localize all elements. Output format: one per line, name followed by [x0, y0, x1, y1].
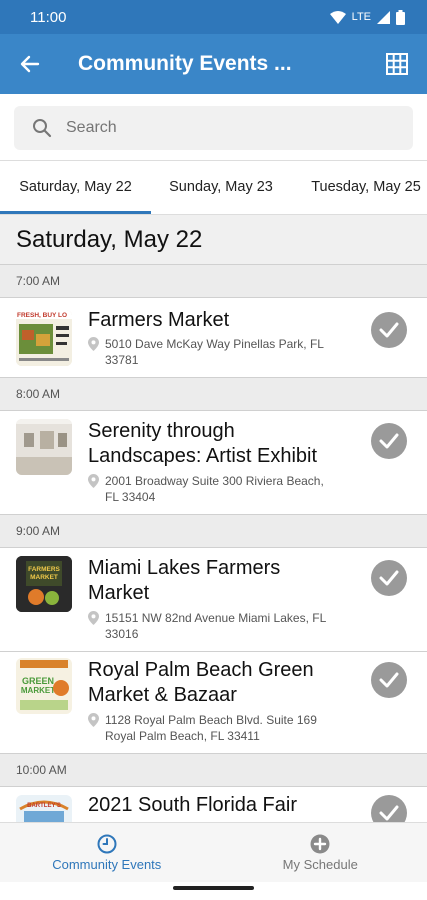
address-line-1: 15151 NW 82nd Avenue Miami Lakes, FL — [105, 611, 327, 625]
home-gesture-bar[interactable] — [173, 886, 254, 890]
event-thumbnail: BARTLEY'S — [16, 795, 72, 822]
search-input[interactable] — [66, 119, 366, 137]
grid-view-button[interactable] — [367, 34, 427, 94]
thumb-text-1: GREEN — [22, 676, 54, 686]
location-pin-icon — [88, 474, 99, 488]
status-bar: 11:00 LTE — [0, 0, 427, 34]
tab-tuesday-may-25[interactable]: Tuesday, May 25 — [291, 161, 427, 214]
location-pin-icon — [88, 611, 99, 625]
event-title: Serenity through Landscapes: Artist Exhi… — [88, 419, 358, 469]
event-miami-lakes-market[interactable]: FARMERS MARKET Miami Lakes Farmers Marke… — [0, 548, 427, 652]
event-farmers-market[interactable]: FRESH, BUY LO Farmers Market 5010 Dave M… — [0, 298, 427, 378]
event-royal-palm-market[interactable]: GREEN MARKET Royal Palm Beach Green Mark… — [0, 652, 427, 754]
time-header: 9:00 AM — [0, 515, 427, 548]
time-header: 10:00 AM — [0, 754, 427, 787]
status-icons: LTE — [329, 9, 405, 25]
checkmark-icon — [379, 433, 399, 449]
event-title-line-1: Miami Lakes Farmers — [88, 557, 281, 579]
location-pin-icon — [88, 337, 99, 351]
event-title: 2021 South Florida Fair — [88, 794, 298, 816]
clock-icon — [97, 834, 117, 853]
add-to-schedule-button[interactable] — [371, 795, 407, 822]
event-title: Royal Palm Beach Green Market & Bazaar — [88, 658, 358, 708]
back-button[interactable] — [0, 34, 60, 94]
search-box[interactable] — [14, 106, 413, 150]
event-title: Miami Lakes Farmers Market — [88, 556, 358, 606]
page-title: Community Events ... — [78, 52, 292, 75]
address-line-1: 5010 Dave McKay Way Pinellas Park, FL — [105, 337, 324, 351]
nav-label: Community Events — [52, 856, 162, 872]
wifi-icon — [329, 10, 346, 24]
time-header: 7:00 AM — [0, 265, 427, 298]
event-thumbnail: FARMERS MARKET — [16, 556, 72, 612]
date-heading: Saturday, May 22 — [0, 215, 427, 265]
signal-icon — [377, 10, 390, 24]
grid-icon — [386, 53, 408, 75]
add-to-schedule-button[interactable] — [371, 312, 407, 348]
battery-icon — [396, 9, 405, 25]
thumb-text: FRESH, BUY LO — [17, 312, 67, 319]
event-list[interactable]: Saturday, May 22 7:00 AM FRESH, BUY LO F… — [0, 215, 427, 822]
nav-community-events[interactable]: Community Events — [0, 823, 214, 882]
add-to-schedule-button[interactable] — [371, 423, 407, 459]
address-line-1: 2001 Broadway Suite 300 Riviera Beach, — [105, 474, 324, 488]
checkmark-icon — [379, 322, 399, 338]
event-thumbnail: FRESH, BUY LO — [16, 310, 72, 366]
event-address: 1128 Royal Palm Beach Blvd. Suite 169 Ro… — [88, 712, 353, 744]
add-to-schedule-button[interactable] — [371, 560, 407, 596]
nav-label: My Schedule — [282, 856, 358, 872]
event-thumbnail: GREEN MARKET — [16, 658, 72, 714]
nav-my-schedule[interactable]: My Schedule — [214, 823, 427, 882]
date-tabs: Saturday, May 22 Sunday, May 23 Tuesday,… — [0, 160, 427, 215]
checkmark-icon — [379, 672, 399, 688]
event-thumbnail — [16, 419, 72, 475]
network-label: LTE — [351, 11, 371, 23]
thumb-text-2: MARKET — [21, 686, 55, 695]
address-line-1: 1128 Royal Palm Beach Blvd. Suite 169 — [105, 713, 317, 727]
gesture-area — [0, 882, 427, 900]
status-time: 11:00 — [30, 8, 67, 26]
bottom-navigation: Community Events My Schedule — [0, 822, 427, 882]
tab-sunday-may-23[interactable]: Sunday, May 23 — [151, 161, 291, 214]
tab-saturday-may-22[interactable]: Saturday, May 22 — [0, 161, 151, 214]
event-title-line-1: Serenity through — [88, 420, 235, 442]
thumb-text-1: FARMERS — [28, 566, 60, 573]
arrow-left-icon — [20, 55, 40, 73]
address-line-2: FL 33404 — [105, 490, 156, 504]
event-address: 2001 Broadway Suite 300 Riviera Beach, F… — [88, 473, 353, 505]
event-south-florida-fair[interactable]: BARTLEY'S 2021 South Florida Fair — [0, 787, 427, 822]
event-address: 5010 Dave McKay Way Pinellas Park, FL 33… — [88, 336, 353, 368]
location-pin-icon — [88, 713, 99, 727]
thumb-text-2: MARKET — [30, 574, 58, 581]
search-icon — [33, 119, 52, 138]
address-line-2: 33781 — [105, 353, 139, 367]
address-line-2: Royal Palm Beach, FL 33411 — [105, 729, 260, 743]
event-title-line-2: Market & Bazaar — [88, 684, 237, 706]
checkmark-icon — [379, 805, 399, 821]
time-header: 8:00 AM — [0, 378, 427, 411]
event-title: Farmers Market — [88, 309, 230, 331]
event-serenity-exhibit[interactable]: Serenity through Landscapes: Artist Exhi… — [0, 411, 427, 515]
event-address: 15151 NW 82nd Avenue Miami Lakes, FL 330… — [88, 610, 353, 642]
thumb-text: BARTLEY'S — [27, 803, 61, 809]
plus-circle-icon — [310, 834, 330, 853]
event-title-line-2: Landscapes: Artist Exhibit — [88, 445, 318, 467]
search-bar — [0, 94, 427, 160]
checkmark-icon — [379, 570, 399, 586]
address-line-2: 33016 — [105, 627, 139, 641]
app-bar: Community Events ... — [0, 34, 427, 94]
event-title-line-1: Royal Palm Beach Green — [88, 659, 314, 681]
event-title-line-2: Market — [88, 582, 150, 604]
add-to-schedule-button[interactable] — [371, 662, 407, 698]
